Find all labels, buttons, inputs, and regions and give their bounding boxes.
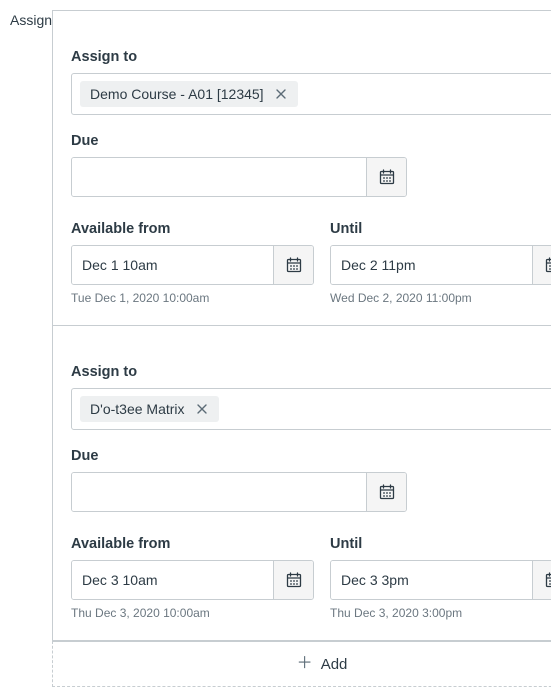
due-field <box>71 472 407 512</box>
until-field <box>330 560 551 600</box>
assign-to-label: Assign to <box>71 49 551 65</box>
due-hint <box>71 518 551 532</box>
calendar-icon <box>545 257 551 273</box>
due-input[interactable] <box>72 158 366 196</box>
assign-to-input[interactable]: Demo Course - A01 [12345] <box>71 73 551 115</box>
until-label: Until <box>330 536 551 552</box>
until-input[interactable] <box>331 246 532 284</box>
available-from-field <box>71 560 314 600</box>
available-from-input[interactable] <box>72 246 273 284</box>
available-from-calendar-button[interactable] <box>273 561 313 599</box>
assign-to-label: Assign to <box>71 364 551 380</box>
remove-token-button[interactable] <box>272 89 290 99</box>
close-icon <box>197 404 207 414</box>
available-from-hint: Thu Dec 3, 2020 10:00am <box>71 606 314 620</box>
due-hint <box>71 203 551 217</box>
available-from-hint: Tue Dec 1, 2020 10:00am <box>71 291 314 305</box>
assign-token: Demo Course - A01 [12345] <box>80 81 298 107</box>
assign-token: D'o-t3ee Matrix <box>80 396 218 422</box>
assign-card: Assign to Demo Course - A01 [12345] Due <box>52 10 551 326</box>
until-input[interactable] <box>331 561 532 599</box>
close-icon <box>276 89 286 99</box>
due-field <box>71 157 407 197</box>
calendar-icon <box>545 572 551 588</box>
due-calendar-button[interactable] <box>366 158 406 196</box>
assign-token-text: D'o-t3ee Matrix <box>90 401 184 417</box>
assign-to-input[interactable]: D'o-t3ee Matrix <box>71 388 551 430</box>
calendar-icon <box>379 484 395 500</box>
calendar-icon <box>286 572 302 588</box>
due-input[interactable] <box>72 473 366 511</box>
until-label: Until <box>330 221 551 237</box>
remove-token-button[interactable] <box>193 404 211 414</box>
until-calendar-button[interactable] <box>532 246 551 284</box>
plus-icon: ＋ <box>297 656 313 672</box>
available-from-calendar-button[interactable] <box>273 246 313 284</box>
available-from-label: Available from <box>71 536 314 552</box>
calendar-icon <box>379 169 395 185</box>
add-button[interactable]: ＋ Add <box>52 641 551 687</box>
available-from-label: Available from <box>71 221 314 237</box>
until-hint: Wed Dec 2, 2020 11:00pm <box>330 291 551 305</box>
assign-stack: Assign to Demo Course - A01 [12345] Due <box>52 10 551 687</box>
section-label: Assign <box>10 10 52 28</box>
assign-token-text: Demo Course - A01 [12345] <box>90 86 264 102</box>
available-from-input[interactable] <box>72 561 273 599</box>
due-calendar-button[interactable] <box>366 473 406 511</box>
calendar-icon <box>286 257 302 273</box>
until-field <box>330 245 551 285</box>
until-calendar-button[interactable] <box>532 561 551 599</box>
available-from-field <box>71 245 314 285</box>
assign-card: Assign to D'o-t3ee Matrix Due <box>52 326 551 641</box>
due-label: Due <box>71 448 551 464</box>
until-hint: Thu Dec 3, 2020 3:00pm <box>330 606 551 620</box>
due-label: Due <box>71 133 551 149</box>
add-button-label: Add <box>321 656 348 673</box>
